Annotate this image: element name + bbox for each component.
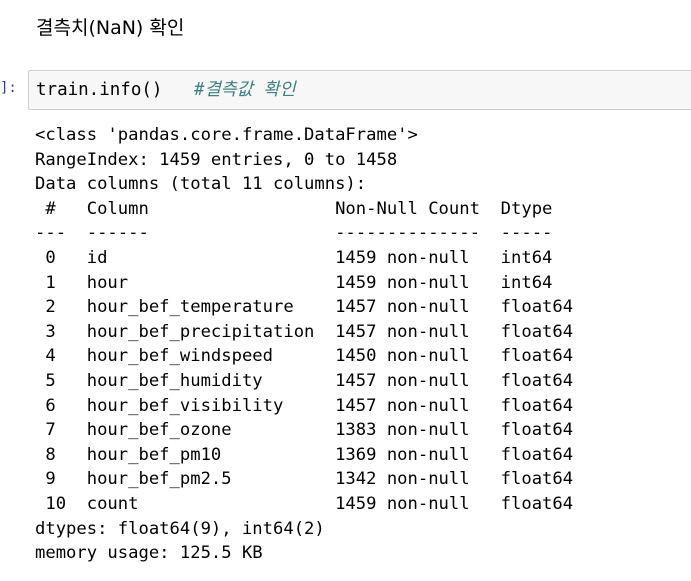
output-line: 1 hour 1459 non-null int64: [35, 272, 574, 293]
output-line: 7 hour_bef_ozone 1383 non-null float64: [35, 420, 574, 441]
output-line: 9 hour_bef_pm2.5 1342 non-null float64: [35, 469, 574, 490]
cell-prompt: ]:: [0, 80, 17, 96]
output-line: memory usage: 125.5 KB: [35, 543, 263, 564]
output-line: 6 hour_bef_visibility 1457 non-null floa…: [35, 395, 574, 416]
output-line: Data columns (total 11 columns):: [35, 174, 367, 195]
output-line: 0 id 1459 non-null int64: [35, 247, 574, 268]
output-line: 8 hour_bef_pm10 1369 non-null float64: [35, 444, 574, 465]
code-line: train.info() #결측값 확인: [36, 79, 296, 101]
output-line: 2 hour_bef_temperature 1457 non-null flo…: [35, 297, 574, 318]
code-comment: #결측값 확인: [194, 80, 296, 100]
output-line: # Column Non-Null Count Dtype: [35, 198, 574, 219]
output-line: --- ------ -------------- -----: [35, 223, 574, 244]
output-line: 10 count 1459 non-null float64: [35, 493, 574, 514]
output-line: 4 hour_bef_windspeed 1450 non-null float…: [35, 346, 574, 367]
output-line: dtypes: float64(9), int64(2): [35, 518, 325, 539]
output-line: 5 hour_bef_humidity 1457 non-null float6…: [35, 370, 574, 391]
cell-output: <class 'pandas.core.frame.DataFrame'> Ran…: [35, 123, 573, 566]
code-text: train.info(): [36, 80, 163, 100]
markdown-heading: 결측치(NaN) 확인: [36, 17, 185, 39]
code-gap: [162, 80, 194, 100]
output-line: 3 hour_bef_precipitation 1457 non-null f…: [35, 321, 574, 342]
output-line: <class 'pandas.core.frame.DataFrame'>: [35, 125, 418, 145]
output-line: RangeIndex: 1459 entries, 0 to 1458: [35, 149, 398, 170]
code-cell-input[interactable]: train.info() #결측값 확인: [28, 70, 691, 110]
